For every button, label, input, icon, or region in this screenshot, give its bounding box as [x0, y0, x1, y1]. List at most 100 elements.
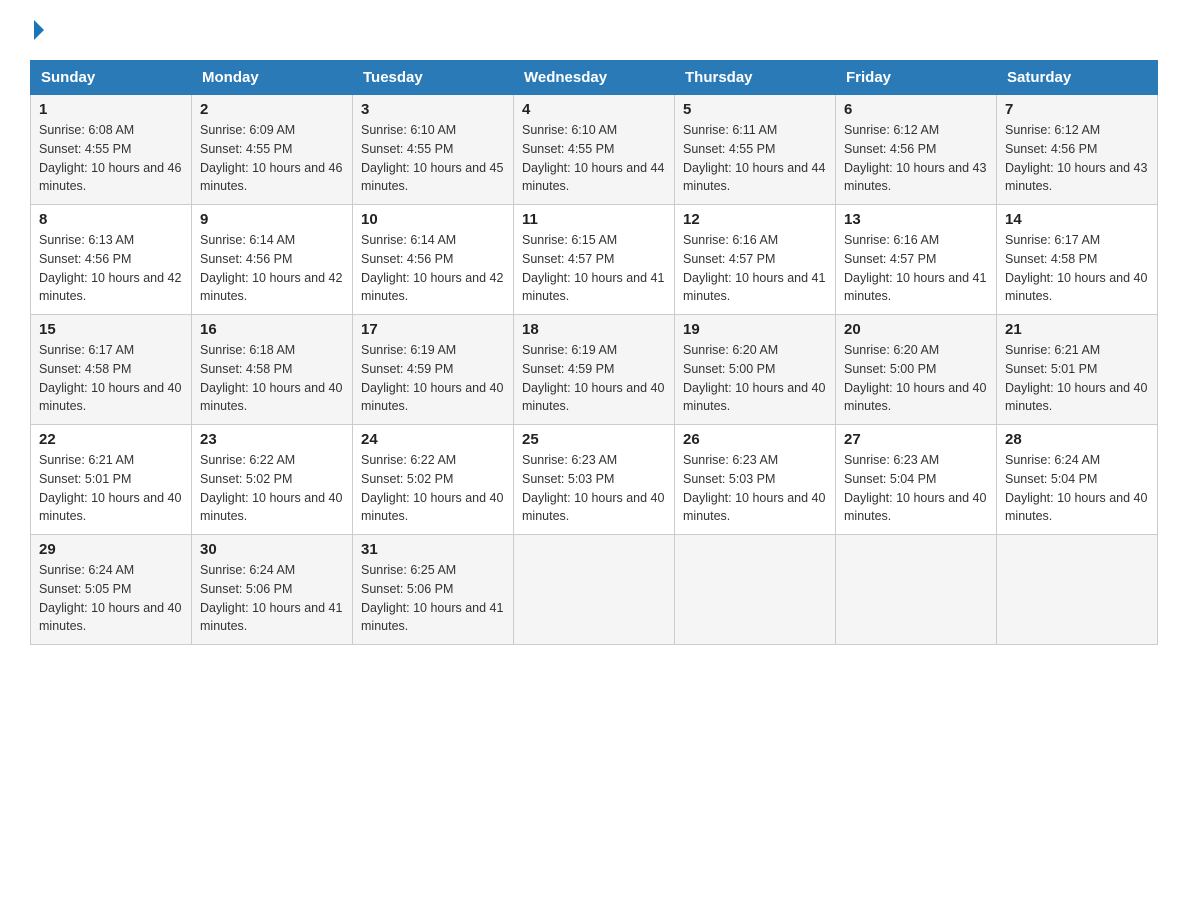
day-number: 10: [361, 211, 505, 228]
day-info: Sunrise: 6:16 AM Sunset: 4:57 PM Dayligh…: [683, 231, 827, 306]
day-number: 21: [1005, 321, 1149, 338]
logo-general-text: [30, 20, 44, 40]
calendar-cell: 9 Sunrise: 6:14 AM Sunset: 4:56 PM Dayli…: [192, 205, 353, 315]
day-number: 9: [200, 211, 344, 228]
day-number: 25: [522, 431, 666, 448]
calendar-cell: 27 Sunrise: 6:23 AM Sunset: 5:04 PM Dayl…: [836, 425, 997, 535]
day-info: Sunrise: 6:18 AM Sunset: 4:58 PM Dayligh…: [200, 341, 344, 416]
day-number: 8: [39, 211, 183, 228]
day-info: Sunrise: 6:19 AM Sunset: 4:59 PM Dayligh…: [361, 341, 505, 416]
day-info: Sunrise: 6:15 AM Sunset: 4:57 PM Dayligh…: [522, 231, 666, 306]
day-number: 2: [200, 101, 344, 118]
day-number: 27: [844, 431, 988, 448]
day-info: Sunrise: 6:08 AM Sunset: 4:55 PM Dayligh…: [39, 121, 183, 196]
day-header-friday: Friday: [836, 61, 997, 95]
calendar-cell: 31 Sunrise: 6:25 AM Sunset: 5:06 PM Dayl…: [353, 535, 514, 645]
day-number: 5: [683, 101, 827, 118]
day-number: 17: [361, 321, 505, 338]
day-info: Sunrise: 6:12 AM Sunset: 4:56 PM Dayligh…: [1005, 121, 1149, 196]
calendar-cell: 22 Sunrise: 6:21 AM Sunset: 5:01 PM Dayl…: [31, 425, 192, 535]
day-info: Sunrise: 6:23 AM Sunset: 5:03 PM Dayligh…: [522, 451, 666, 526]
calendar-cell: 28 Sunrise: 6:24 AM Sunset: 5:04 PM Dayl…: [997, 425, 1158, 535]
calendar-week-row: 29 Sunrise: 6:24 AM Sunset: 5:05 PM Dayl…: [31, 535, 1158, 645]
day-number: 16: [200, 321, 344, 338]
day-info: Sunrise: 6:10 AM Sunset: 4:55 PM Dayligh…: [361, 121, 505, 196]
day-number: 26: [683, 431, 827, 448]
calendar-header-row: SundayMondayTuesdayWednesdayThursdayFrid…: [31, 61, 1158, 95]
calendar-cell: [997, 535, 1158, 645]
day-info: Sunrise: 6:23 AM Sunset: 5:03 PM Dayligh…: [683, 451, 827, 526]
calendar-cell: 6 Sunrise: 6:12 AM Sunset: 4:56 PM Dayli…: [836, 95, 997, 205]
calendar-cell: [836, 535, 997, 645]
day-header-tuesday: Tuesday: [353, 61, 514, 95]
calendar-cell: 20 Sunrise: 6:20 AM Sunset: 5:00 PM Dayl…: [836, 315, 997, 425]
calendar-cell: 23 Sunrise: 6:22 AM Sunset: 5:02 PM Dayl…: [192, 425, 353, 535]
calendar-cell: 11 Sunrise: 6:15 AM Sunset: 4:57 PM Dayl…: [514, 205, 675, 315]
day-info: Sunrise: 6:21 AM Sunset: 5:01 PM Dayligh…: [1005, 341, 1149, 416]
logo: [30, 20, 44, 40]
logo-arrow-icon: [34, 20, 44, 40]
calendar-cell: 12 Sunrise: 6:16 AM Sunset: 4:57 PM Dayl…: [675, 205, 836, 315]
calendar-cell: [675, 535, 836, 645]
calendar-week-row: 8 Sunrise: 6:13 AM Sunset: 4:56 PM Dayli…: [31, 205, 1158, 315]
day-header-monday: Monday: [192, 61, 353, 95]
day-info: Sunrise: 6:20 AM Sunset: 5:00 PM Dayligh…: [844, 341, 988, 416]
day-info: Sunrise: 6:13 AM Sunset: 4:56 PM Dayligh…: [39, 231, 183, 306]
calendar-cell: 4 Sunrise: 6:10 AM Sunset: 4:55 PM Dayli…: [514, 95, 675, 205]
calendar-week-row: 1 Sunrise: 6:08 AM Sunset: 4:55 PM Dayli…: [31, 95, 1158, 205]
calendar-cell: 1 Sunrise: 6:08 AM Sunset: 4:55 PM Dayli…: [31, 95, 192, 205]
day-number: 20: [844, 321, 988, 338]
day-number: 4: [522, 101, 666, 118]
calendar-week-row: 22 Sunrise: 6:21 AM Sunset: 5:01 PM Dayl…: [31, 425, 1158, 535]
day-info: Sunrise: 6:24 AM Sunset: 5:05 PM Dayligh…: [39, 561, 183, 636]
day-info: Sunrise: 6:11 AM Sunset: 4:55 PM Dayligh…: [683, 121, 827, 196]
day-header-thursday: Thursday: [675, 61, 836, 95]
day-info: Sunrise: 6:17 AM Sunset: 4:58 PM Dayligh…: [1005, 231, 1149, 306]
calendar-cell: 19 Sunrise: 6:20 AM Sunset: 5:00 PM Dayl…: [675, 315, 836, 425]
calendar-cell: 3 Sunrise: 6:10 AM Sunset: 4:55 PM Dayli…: [353, 95, 514, 205]
calendar-cell: 13 Sunrise: 6:16 AM Sunset: 4:57 PM Dayl…: [836, 205, 997, 315]
day-number: 13: [844, 211, 988, 228]
day-info: Sunrise: 6:16 AM Sunset: 4:57 PM Dayligh…: [844, 231, 988, 306]
day-info: Sunrise: 6:12 AM Sunset: 4:56 PM Dayligh…: [844, 121, 988, 196]
day-info: Sunrise: 6:22 AM Sunset: 5:02 PM Dayligh…: [200, 451, 344, 526]
day-info: Sunrise: 6:22 AM Sunset: 5:02 PM Dayligh…: [361, 451, 505, 526]
calendar-cell: 5 Sunrise: 6:11 AM Sunset: 4:55 PM Dayli…: [675, 95, 836, 205]
day-info: Sunrise: 6:14 AM Sunset: 4:56 PM Dayligh…: [200, 231, 344, 306]
day-number: 12: [683, 211, 827, 228]
day-number: 15: [39, 321, 183, 338]
calendar-cell: 2 Sunrise: 6:09 AM Sunset: 4:55 PM Dayli…: [192, 95, 353, 205]
day-number: 3: [361, 101, 505, 118]
day-number: 29: [39, 541, 183, 558]
day-number: 14: [1005, 211, 1149, 228]
calendar-cell: 30 Sunrise: 6:24 AM Sunset: 5:06 PM Dayl…: [192, 535, 353, 645]
day-number: 19: [683, 321, 827, 338]
calendar-cell: 14 Sunrise: 6:17 AM Sunset: 4:58 PM Dayl…: [997, 205, 1158, 315]
day-number: 23: [200, 431, 344, 448]
calendar-week-row: 15 Sunrise: 6:17 AM Sunset: 4:58 PM Dayl…: [31, 315, 1158, 425]
day-info: Sunrise: 6:14 AM Sunset: 4:56 PM Dayligh…: [361, 231, 505, 306]
calendar-cell: 16 Sunrise: 6:18 AM Sunset: 4:58 PM Dayl…: [192, 315, 353, 425]
calendar-cell: 29 Sunrise: 6:24 AM Sunset: 5:05 PM Dayl…: [31, 535, 192, 645]
day-info: Sunrise: 6:09 AM Sunset: 4:55 PM Dayligh…: [200, 121, 344, 196]
day-number: 28: [1005, 431, 1149, 448]
calendar-cell: 17 Sunrise: 6:19 AM Sunset: 4:59 PM Dayl…: [353, 315, 514, 425]
day-number: 11: [522, 211, 666, 228]
calendar-cell: 25 Sunrise: 6:23 AM Sunset: 5:03 PM Dayl…: [514, 425, 675, 535]
calendar-cell: 18 Sunrise: 6:19 AM Sunset: 4:59 PM Dayl…: [514, 315, 675, 425]
day-header-sunday: Sunday: [31, 61, 192, 95]
day-number: 7: [1005, 101, 1149, 118]
day-info: Sunrise: 6:24 AM Sunset: 5:04 PM Dayligh…: [1005, 451, 1149, 526]
page-header: [30, 20, 1158, 40]
day-info: Sunrise: 6:24 AM Sunset: 5:06 PM Dayligh…: [200, 561, 344, 636]
day-info: Sunrise: 6:25 AM Sunset: 5:06 PM Dayligh…: [361, 561, 505, 636]
day-info: Sunrise: 6:19 AM Sunset: 4:59 PM Dayligh…: [522, 341, 666, 416]
day-info: Sunrise: 6:21 AM Sunset: 5:01 PM Dayligh…: [39, 451, 183, 526]
day-info: Sunrise: 6:20 AM Sunset: 5:00 PM Dayligh…: [683, 341, 827, 416]
day-header-saturday: Saturday: [997, 61, 1158, 95]
calendar-cell: 15 Sunrise: 6:17 AM Sunset: 4:58 PM Dayl…: [31, 315, 192, 425]
day-number: 31: [361, 541, 505, 558]
day-number: 6: [844, 101, 988, 118]
day-number: 24: [361, 431, 505, 448]
day-number: 22: [39, 431, 183, 448]
